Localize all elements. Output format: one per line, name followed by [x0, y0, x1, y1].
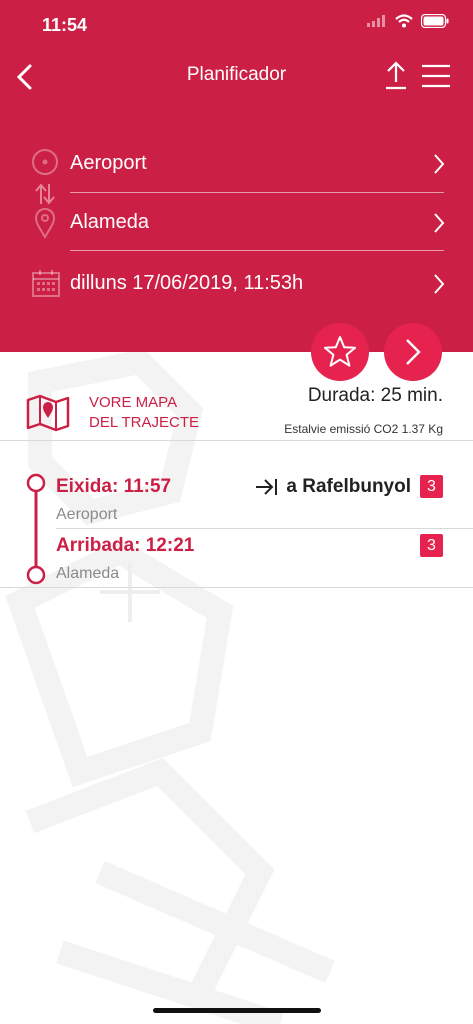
arrival-station: Alameda: [56, 565, 120, 582]
view-map-link[interactable]: VORE MAPA DEL TRAJECTE: [26, 390, 226, 440]
co2-savings-text: Estalvie emissió CO2 1.37 Kg: [284, 422, 443, 436]
signal-icon: [367, 15, 385, 27]
datetime-text: dilluns 17/06/2019, 11:53h: [70, 272, 304, 294]
calendar-icon: [32, 270, 60, 297]
star-icon: [324, 336, 356, 367]
departure-time: Eixida: 11:57: [56, 476, 172, 497]
favorite-button[interactable]: [311, 323, 369, 381]
line-badge: 3: [420, 534, 443, 557]
swap-icon[interactable]: [34, 182, 56, 206]
watermark-logo: [5, 352, 335, 1024]
chevron-right-icon: [406, 339, 421, 365]
departure-station: Aeroport: [56, 506, 118, 523]
direction-text: a Rafelbunyol: [286, 476, 411, 497]
status-icons: [367, 14, 449, 28]
divider: [0, 440, 473, 441]
origin-text: Aeroport: [70, 152, 147, 174]
battery-icon: [421, 14, 449, 28]
destination-text: Alameda: [70, 211, 149, 233]
header: 11:54 Planificador Aeroport Alameda dill…: [0, 0, 473, 352]
divider: [70, 250, 444, 251]
divider: [56, 528, 473, 529]
next-button[interactable]: [384, 323, 442, 381]
location-pin-icon: [34, 208, 56, 239]
datetime-row[interactable]: dilluns 17/06/2019, 11:53h: [28, 266, 446, 302]
origin-row[interactable]: Aeroport: [28, 146, 446, 182]
chevron-right-icon: [434, 213, 445, 233]
view-map-label: VORE MAPA DEL TRAJECTE: [89, 394, 200, 431]
duration-text: Durada: 25 min.: [307, 385, 443, 406]
menu-button[interactable]: [420, 60, 452, 92]
map-icon: [26, 394, 70, 432]
home-indicator: [153, 1008, 321, 1013]
destination-row[interactable]: Alameda: [28, 205, 446, 241]
origin-icon: [32, 149, 58, 175]
arrow-to-line-icon: [256, 479, 278, 495]
line-badge: 3: [420, 475, 443, 498]
direction-info: a Rafelbunyol: [254, 476, 411, 498]
route-timeline: [26, 473, 46, 585]
share-button[interactable]: [383, 60, 409, 92]
arrival-time: Arribada: 12:21: [56, 535, 195, 556]
wifi-icon: [395, 14, 413, 28]
status-time: 11:54: [42, 15, 88, 35]
divider: [0, 587, 473, 588]
chevron-right-icon: [434, 154, 445, 174]
divider: [70, 192, 444, 193]
chevron-right-icon: [434, 274, 445, 294]
